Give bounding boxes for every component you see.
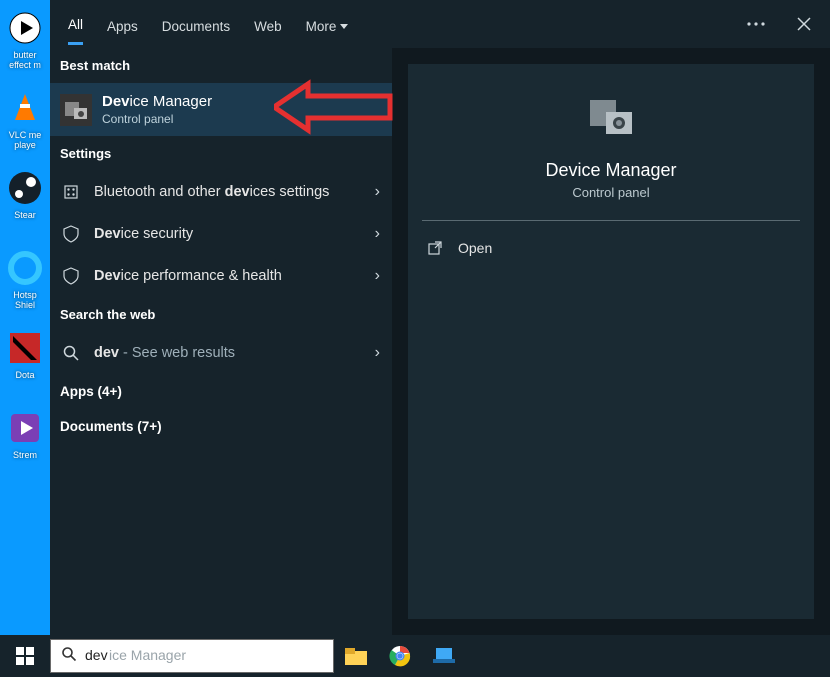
desktop-icon[interactable]: butter effect m [1, 8, 49, 74]
desktop-icon-label: Dota [15, 370, 34, 380]
device-manager-icon [584, 92, 638, 142]
start-button[interactable] [0, 635, 50, 677]
match-bold: Dev [102, 93, 130, 110]
dota-icon [5, 328, 45, 368]
tab-more-label: More [306, 19, 337, 34]
detail-subtitle: Control panel [572, 185, 649, 200]
taskbar-app[interactable] [422, 635, 466, 677]
chrome-icon [389, 645, 411, 667]
laptop-icon [432, 646, 456, 666]
windows-icon [16, 647, 34, 665]
open-label: Open [458, 240, 492, 256]
open-action[interactable]: Open [408, 221, 814, 275]
desktop-icon[interactable]: Stear [1, 168, 49, 234]
desktop-icon-label: Stear [14, 210, 36, 220]
desktop-icon-label: VLC me playe [9, 130, 42, 150]
tab-web[interactable]: Web [254, 5, 282, 44]
detail-title: Device Manager [545, 160, 676, 181]
steam-icon [5, 168, 45, 208]
settings-result[interactable]: Device performance & health › [50, 255, 392, 297]
match-rest: ice Manager [130, 93, 213, 110]
desktop-icon[interactable]: Hotsp Shiel [1, 248, 49, 314]
search-results-panel: All Apps Documents Web More Best match D… [50, 0, 830, 635]
detail-pane: Device Manager Control panel Open [392, 48, 830, 635]
taskbar-chrome[interactable] [378, 635, 422, 677]
tab-more[interactable]: More [306, 5, 349, 44]
shield-icon [60, 265, 82, 287]
chevron-right-icon: › [375, 183, 380, 201]
best-match-result[interactable]: Device Manager Control panel [50, 83, 392, 136]
desktop-icon-label: Strem [13, 450, 37, 460]
taskbar-search[interactable]: dev ice Manager [50, 639, 334, 673]
hotspot-icon [5, 248, 45, 288]
section-web: Search the web [50, 297, 392, 332]
settings-result[interactable]: Device security › [50, 213, 392, 255]
category-documents[interactable]: Documents (7+) [50, 409, 392, 444]
options-button[interactable] [746, 14, 766, 34]
search-icon [60, 342, 82, 364]
shield-icon [60, 223, 82, 245]
chevron-right-icon: › [375, 267, 380, 285]
vlc-icon [5, 88, 45, 128]
desktop-icon-label: butter effect m [9, 50, 41, 70]
tab-apps[interactable]: Apps [107, 5, 138, 44]
chevron-down-icon [340, 24, 348, 29]
device-manager-icon [60, 94, 92, 126]
desktop-icon[interactable]: Dota [1, 328, 49, 394]
desktop-icon[interactable]: Strem [1, 408, 49, 474]
bluetooth-icon [60, 181, 82, 203]
search-icon [61, 646, 77, 667]
search-tabs-bar: All Apps Documents Web More [50, 0, 830, 48]
web-result[interactable]: dev - See web results › [50, 332, 392, 374]
best-match-subtitle: Control panel [102, 112, 212, 126]
desktop-icon[interactable]: VLC me playe [1, 88, 49, 154]
tab-all[interactable]: All [68, 3, 83, 45]
taskbar-file-explorer[interactable] [334, 635, 378, 677]
open-icon [426, 239, 444, 257]
detail-card: Device Manager Control panel Open [408, 64, 814, 619]
results-list: Best match Device Manager Control panel … [50, 48, 392, 635]
tab-documents[interactable]: Documents [162, 5, 230, 44]
folder-icon [344, 646, 368, 666]
desktop-icon-label: Hotsp Shiel [13, 290, 37, 310]
media-icon [5, 8, 45, 48]
category-apps[interactable]: Apps (4+) [50, 374, 392, 409]
chevron-right-icon: › [375, 344, 380, 362]
close-button[interactable] [794, 14, 814, 34]
section-best-match: Best match [50, 48, 392, 83]
stremio-icon [5, 408, 45, 448]
desktop-area: butter effect m VLC me playe Stear Hotsp… [0, 0, 50, 677]
settings-result[interactable]: Bluetooth and other devices settings › [50, 171, 392, 213]
taskbar: dev ice Manager [0, 635, 830, 677]
chevron-right-icon: › [375, 225, 380, 243]
best-match-text: Device Manager Control panel [102, 93, 212, 126]
section-settings: Settings [50, 136, 392, 171]
